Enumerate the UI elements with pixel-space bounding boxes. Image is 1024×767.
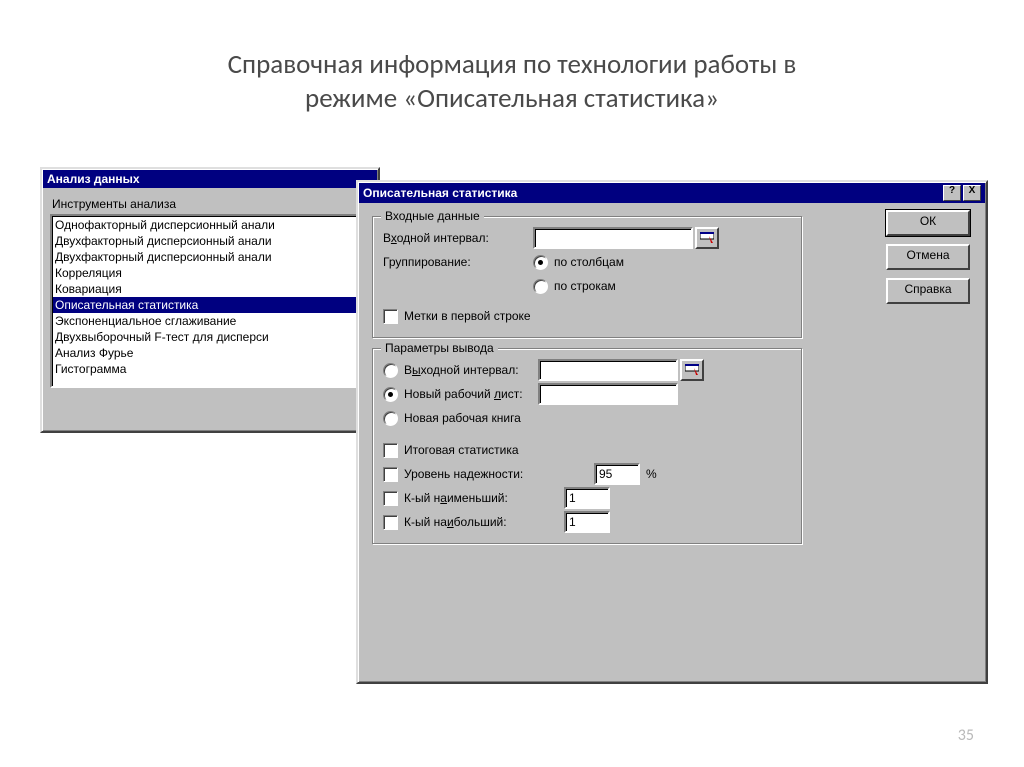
cancel-button[interactable]: Отмена	[886, 244, 970, 270]
input-group: Входные данные Входной интервал: Группир…	[372, 216, 802, 338]
desc-dialog-title: Описательная статистика	[363, 186, 941, 200]
new-book-radio[interactable]	[383, 411, 398, 426]
range-picker-icon[interactable]	[680, 359, 704, 381]
tools-list-item[interactable]: Гистограмма	[53, 361, 367, 377]
k-smallest-field[interactable]	[564, 487, 610, 509]
descriptive-stats-dialog: Описательная статистика ? X ОК Отмена Сп…	[356, 180, 988, 684]
tools-list-item[interactable]: Корреляция	[53, 265, 367, 281]
output-range-label: Выходной интервал:	[404, 363, 538, 377]
k-largest-field[interactable]	[564, 511, 610, 533]
tools-list-item[interactable]: Двухфакторный дисперсионный анали	[53, 233, 367, 249]
help-icon[interactable]: ?	[943, 185, 961, 201]
page-title-line1: Справочная информация по технологии рабо…	[228, 48, 797, 81]
page-number: 35	[958, 726, 974, 745]
help-button[interactable]: Справка	[886, 278, 970, 304]
input-range-field[interactable]	[533, 227, 693, 249]
tools-list-item[interactable]: Описательная статистика	[53, 297, 367, 313]
tools-label: Инструменты анализа	[52, 197, 370, 211]
group-by-columns-radio[interactable]	[533, 255, 548, 270]
percent-label: %	[646, 467, 657, 481]
page-title: Справочная информация по технологии рабо…	[0, 0, 1024, 116]
k-smallest-check[interactable]	[383, 491, 398, 506]
k-largest-label: К-ый наибольший:	[404, 515, 564, 529]
output-range-field[interactable]	[538, 359, 678, 381]
k-largest-check[interactable]	[383, 515, 398, 530]
group-by-columns-label: по столбцам	[554, 255, 624, 269]
k-smallest-label: К-ый наименьший:	[404, 491, 564, 505]
confidence-check[interactable]	[383, 467, 398, 482]
page-title-line2: режиме «Описательная статистика»	[305, 82, 719, 115]
output-range-radio[interactable]	[383, 363, 398, 378]
analysis-dialog-title: Анализ данных	[47, 172, 373, 186]
tools-list-item[interactable]: Экспоненциальное сглаживание	[53, 313, 367, 329]
tools-list-item[interactable]: Двухвыборочный F-тест для дисперси	[53, 329, 367, 345]
tools-list-item[interactable]: Ковариация	[53, 281, 367, 297]
tools-list-item[interactable]: Однофакторный дисперсионный анали	[53, 217, 367, 233]
analysis-dialog: Анализ данных Инструменты анализа Однофа…	[40, 167, 380, 433]
close-icon[interactable]: X	[963, 185, 981, 201]
tools-list-item[interactable]: Анализ Фурье	[53, 345, 367, 361]
ok-button[interactable]: ОК	[886, 210, 970, 236]
group-by-rows-radio[interactable]	[533, 279, 548, 294]
summary-stats-check[interactable]	[383, 443, 398, 458]
tools-listbox[interactable]: Однофакторный дисперсионный аналиДвухфак…	[50, 214, 370, 388]
new-sheet-field[interactable]	[538, 383, 678, 405]
grouping-label: Группирование:	[383, 255, 533, 269]
confidence-label: Уровень надежности:	[404, 467, 594, 481]
new-sheet-label: Новый рабочий лист:	[404, 387, 538, 401]
analysis-dialog-titlebar[interactable]: Анализ данных	[43, 170, 377, 188]
group-by-rows-label: по строкам	[554, 279, 616, 293]
new-sheet-radio[interactable]	[383, 387, 398, 402]
output-group: Параметры вывода Выходной интервал: Новы…	[372, 348, 802, 544]
output-group-legend: Параметры вывода	[381, 341, 498, 355]
input-range-label: Входной интервал:	[383, 231, 533, 245]
desc-dialog-titlebar[interactable]: Описательная статистика ? X	[359, 183, 985, 203]
new-book-label: Новая рабочая книга	[404, 411, 521, 425]
summary-stats-label: Итоговая статистика	[404, 443, 519, 457]
input-group-legend: Входные данные	[381, 209, 484, 223]
confidence-field[interactable]	[594, 463, 640, 485]
labels-first-row-check[interactable]	[383, 309, 398, 324]
tools-list-item[interactable]: Двухфакторный дисперсионный анали	[53, 249, 367, 265]
range-picker-icon[interactable]	[695, 227, 719, 249]
labels-first-row-label: Метки в первой строке	[404, 309, 531, 323]
